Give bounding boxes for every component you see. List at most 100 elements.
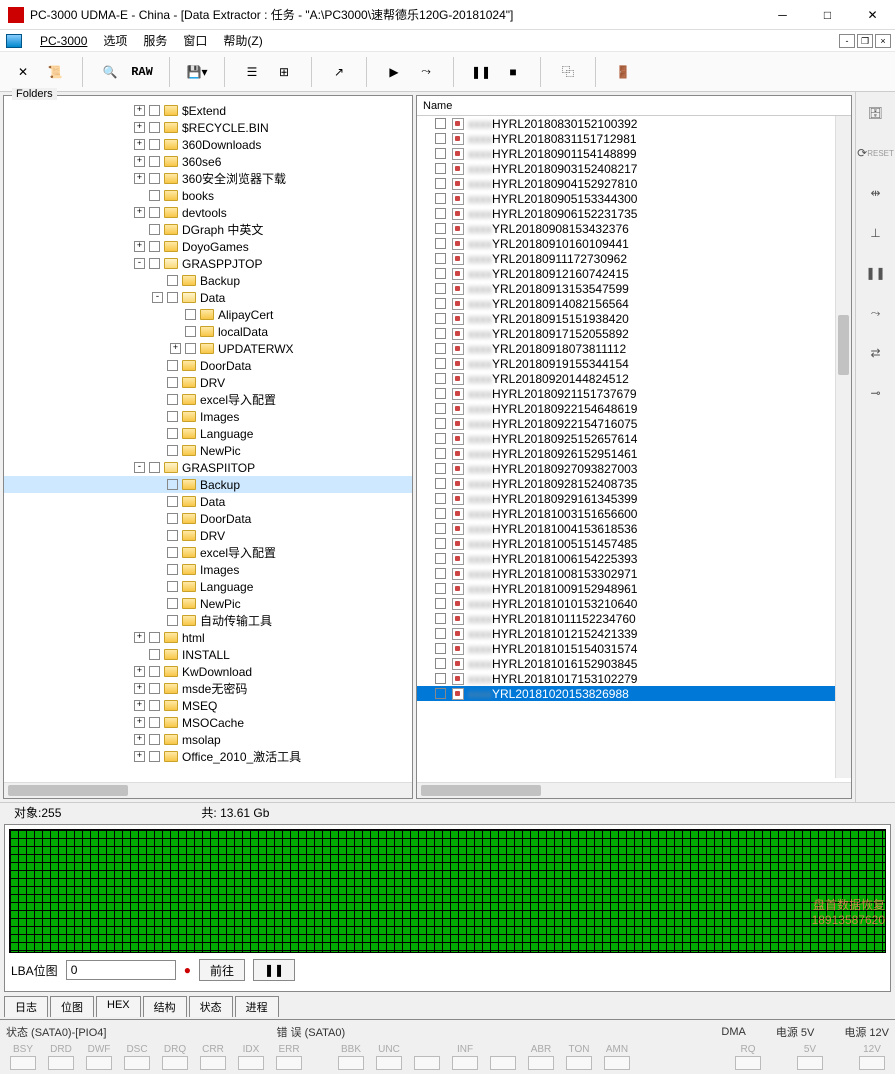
exit-icon[interactable]: 🚪 <box>608 57 638 87</box>
file-row[interactable]: xxxxHYRL20181003151656600 <box>417 506 851 521</box>
checkbox[interactable] <box>149 683 160 694</box>
checkbox[interactable] <box>167 530 178 541</box>
file-row[interactable]: xxxxYRL20180908153432376 <box>417 221 851 236</box>
checkbox[interactable] <box>167 598 178 609</box>
file-row[interactable]: xxxxYRL20181020153826988 <box>417 686 851 701</box>
checkbox[interactable] <box>149 105 160 116</box>
record-dot-icon[interactable]: ● <box>184 963 191 977</box>
file-row[interactable]: xxxxHYRL20181004153618536 <box>417 521 851 536</box>
checkbox[interactable] <box>435 433 446 444</box>
menu-0[interactable]: PC-3000 <box>32 34 95 48</box>
expand-icon[interactable]: + <box>134 632 145 643</box>
tree-row[interactable]: +360安全浏览器下载 <box>4 170 412 187</box>
expand-icon[interactable]: + <box>134 751 145 762</box>
checkbox[interactable] <box>435 688 446 699</box>
expand-icon[interactable]: + <box>134 105 145 116</box>
file-row[interactable]: xxxxHYRL20180929161345399 <box>417 491 851 506</box>
list-view-icon[interactable]: ☰ <box>237 57 267 87</box>
tree-row[interactable]: AlipayCert <box>4 306 412 323</box>
checkbox[interactable] <box>435 673 446 684</box>
expand-icon[interactable]: + <box>134 207 145 218</box>
db-icon[interactable]: 🗄 <box>863 100 889 126</box>
expand-icon[interactable]: + <box>134 717 145 728</box>
checkbox[interactable] <box>435 553 446 564</box>
file-row[interactable]: xxxxHYRL20180831151712981 <box>417 131 851 146</box>
h-scrollbar[interactable] <box>417 782 851 798</box>
checkbox[interactable] <box>167 445 178 456</box>
file-row[interactable]: xxxxHYRL20180905153344300 <box>417 191 851 206</box>
file-row[interactable]: xxxxHYRL20181005151457485 <box>417 536 851 551</box>
checkbox[interactable] <box>149 207 160 218</box>
checkbox[interactable] <box>167 496 178 507</box>
file-row[interactable]: xxxxYRL20180920144824512 <box>417 371 851 386</box>
map-pause-button[interactable]: ❚❚ <box>253 959 295 981</box>
checkbox[interactable] <box>435 478 446 489</box>
checkbox[interactable] <box>435 508 446 519</box>
checkbox[interactable] <box>185 343 196 354</box>
expand-icon[interactable]: + <box>170 343 181 354</box>
file-row[interactable]: xxxxHYRL20181016152903845 <box>417 656 851 671</box>
collapse-icon[interactable]: - <box>134 258 145 269</box>
tree-row[interactable]: Images <box>4 561 412 578</box>
checkbox[interactable] <box>149 156 160 167</box>
file-row[interactable]: xxxxYRL20180919155344154 <box>417 356 851 371</box>
play-icon[interactable]: ▶ <box>379 57 409 87</box>
checkbox[interactable] <box>167 411 178 422</box>
checkbox[interactable] <box>149 241 160 252</box>
checkbox[interactable] <box>435 628 446 639</box>
expand-icon[interactable]: + <box>134 173 145 184</box>
checkbox[interactable] <box>435 583 446 594</box>
checkbox[interactable] <box>149 734 160 745</box>
file-row[interactable]: xxxxHYRL20180830152100392 <box>417 116 851 131</box>
checkbox[interactable] <box>435 238 446 249</box>
file-row[interactable]: xxxxHYRL20180926152951461 <box>417 446 851 461</box>
file-row[interactable]: xxxxHYRL20181017153102279 <box>417 671 851 686</box>
checkbox[interactable] <box>435 388 446 399</box>
checkbox[interactable] <box>167 428 178 439</box>
export-icon[interactable]: ↗ <box>324 57 354 87</box>
tree-row[interactable]: books <box>4 187 412 204</box>
transfer-icon[interactable]: ⇄ <box>863 340 889 366</box>
minimize-button[interactable]: ─ <box>760 0 805 30</box>
step-icon[interactable]: ⤳ <box>411 57 441 87</box>
checkbox[interactable] <box>185 309 196 320</box>
checkbox[interactable] <box>149 224 160 235</box>
expand-icon[interactable]: + <box>134 666 145 677</box>
file-row[interactable]: xxxxYRL20180912160742415 <box>417 266 851 281</box>
tree-row[interactable]: Language <box>4 425 412 442</box>
checkbox[interactable] <box>435 208 446 219</box>
checkbox[interactable] <box>167 615 178 626</box>
tab-5[interactable]: 进程 <box>235 996 279 1017</box>
expand-icon[interactable]: + <box>134 241 145 252</box>
tree-row[interactable]: +msolap <box>4 731 412 748</box>
file-row[interactable]: xxxxHYRL20180906152231735 <box>417 206 851 221</box>
checkbox[interactable] <box>149 649 160 660</box>
tree-row[interactable]: +$RECYCLE.BIN <box>4 119 412 136</box>
stop-icon[interactable]: ■ <box>498 57 528 87</box>
tree-row[interactable]: INSTALL <box>4 646 412 663</box>
checkbox[interactable] <box>167 581 178 592</box>
file-row[interactable]: xxxxHYRL20181006154225393 <box>417 551 851 566</box>
checkbox[interactable] <box>435 658 446 669</box>
tree-row[interactable]: NewPic <box>4 595 412 612</box>
file-row[interactable]: xxxxYRL20180913153547599 <box>417 281 851 296</box>
folder-tree[interactable]: +$Extend+$RECYCLE.BIN+360Downloads+360se… <box>4 100 412 782</box>
column-header-name[interactable]: Name <box>417 96 851 116</box>
checkbox[interactable] <box>435 643 446 654</box>
checkbox[interactable] <box>149 462 160 473</box>
file-row[interactable]: xxxxHYRL20181009152948961 <box>417 581 851 596</box>
checkbox[interactable] <box>435 283 446 294</box>
lba-input[interactable] <box>66 960 176 980</box>
tree-row[interactable]: Data <box>4 493 412 510</box>
checkbox[interactable] <box>435 133 446 144</box>
checkbox[interactable] <box>435 358 446 369</box>
file-row[interactable]: xxxxHYRL20180903152408217 <box>417 161 851 176</box>
checkbox[interactable] <box>435 613 446 624</box>
go-button[interactable]: 前往 <box>199 959 245 981</box>
file-row[interactable]: xxxxHYRL20181011152234760 <box>417 611 851 626</box>
tree-row[interactable]: +MSEQ <box>4 697 412 714</box>
checkbox[interactable] <box>435 523 446 534</box>
file-row[interactable]: xxxxHYRL20181010153210640 <box>417 596 851 611</box>
save-icon[interactable]: 💾▾ <box>182 57 212 87</box>
checkbox[interactable] <box>435 328 446 339</box>
